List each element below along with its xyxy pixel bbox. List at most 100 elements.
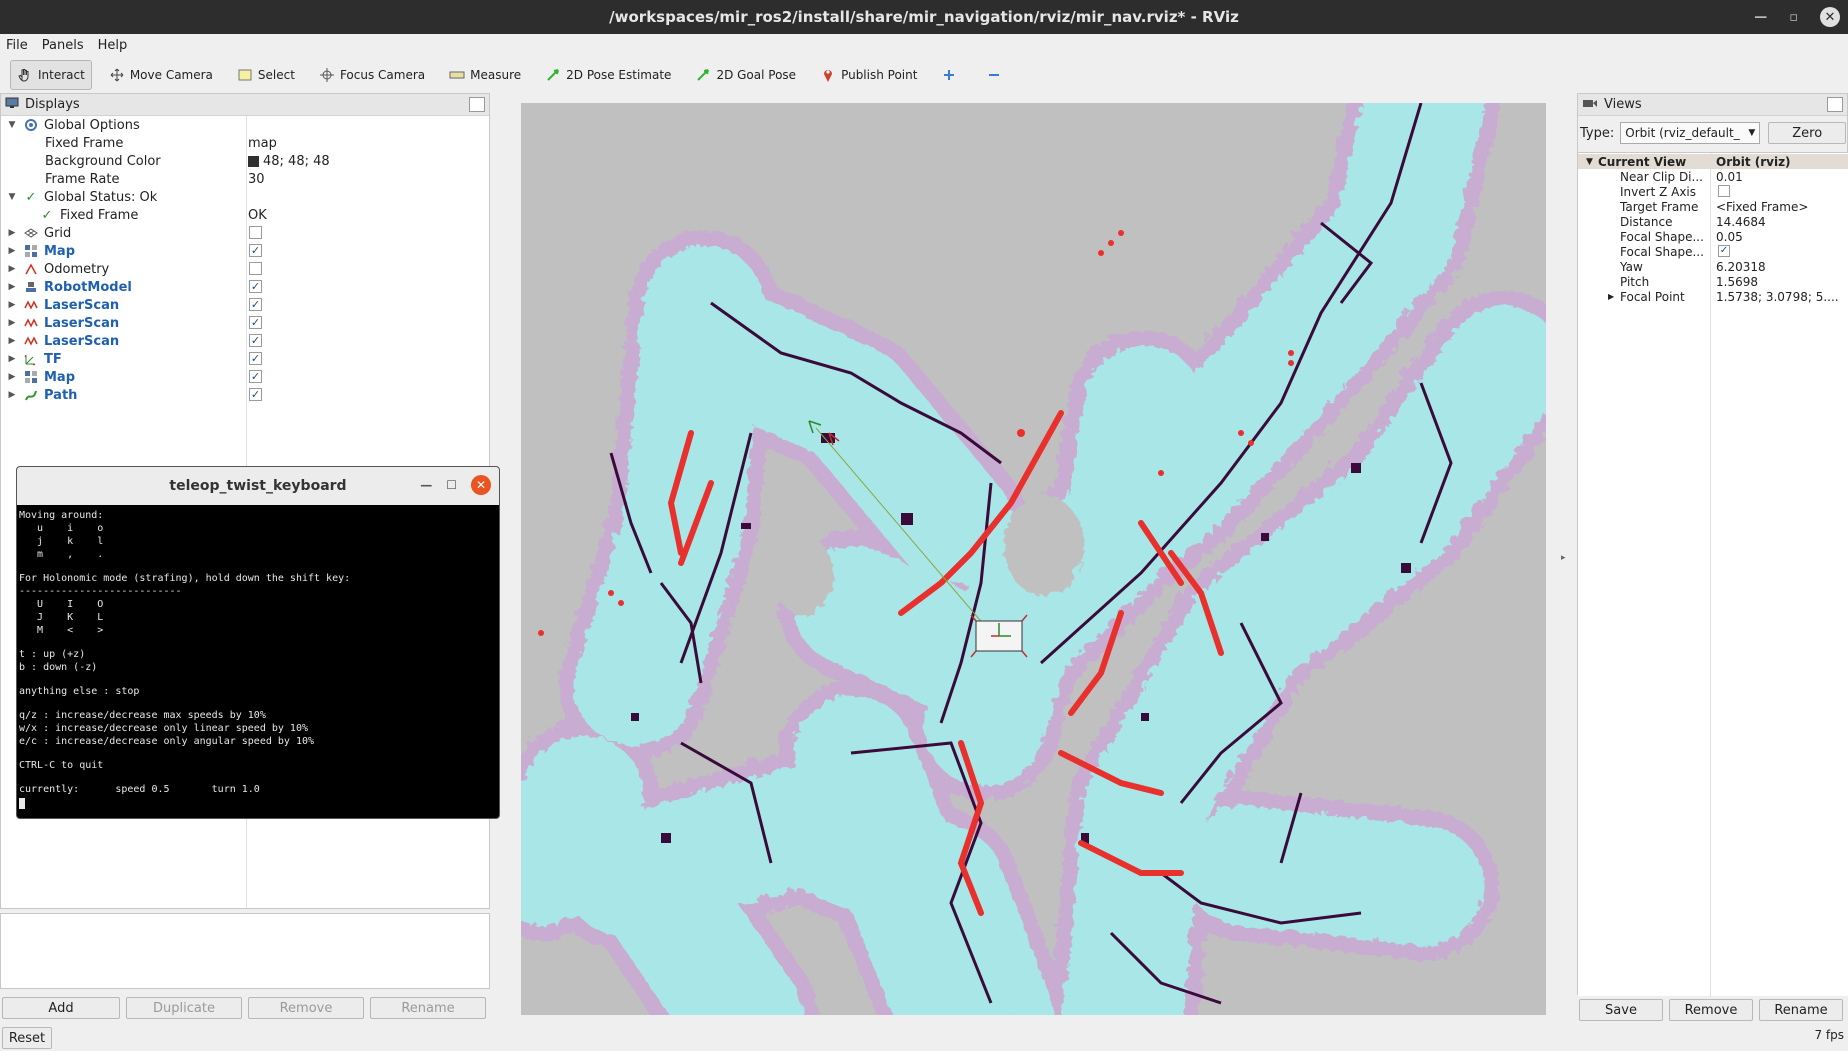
ruler-icon — [449, 67, 465, 83]
current-view-row[interactable]: ▼ Current View Orbit (rviz) — [1578, 154, 1848, 169]
display-enabled-checkbox[interactable] — [249, 226, 262, 239]
duplicate-button[interactable]: Duplicate — [126, 997, 242, 1019]
close-icon[interactable]: ✕ — [471, 475, 491, 495]
global-status-row[interactable]: ▼ ✓ Global Status: Ok — [1, 188, 489, 206]
display-item-map[interactable]: ▶ Map ✓ — [1, 368, 489, 386]
view-type-select[interactable]: Orbit (rviz_default_ ▼ — [1620, 122, 1761, 144]
measure-tool[interactable]: Measure — [442, 60, 528, 90]
path-display-icon — [23, 387, 39, 403]
frame-rate-row[interactable]: Frame Rate 30 — [1, 170, 489, 188]
display-item-robotmodel[interactable]: ▶ RobotModel ✓ — [1, 278, 489, 296]
pin-icon — [820, 67, 836, 83]
display-item-odometry[interactable]: ▶ Odometry — [1, 260, 489, 278]
rename-button[interactable]: Rename — [370, 997, 486, 1019]
display-item-label: Map — [44, 243, 76, 259]
menu-panels[interactable]: Panels — [42, 38, 84, 53]
move-camera-icon — [109, 67, 125, 83]
reset-button[interactable]: Reset — [2, 1027, 52, 1049]
terminal-titlebar: teleop_twist_keyboard — ☐ ✕ — [17, 467, 499, 505]
expand-arrow-icon[interactable]: ▶ — [7, 282, 17, 292]
teleop-terminal-window[interactable]: teleop_twist_keyboard — ☐ ✕ Moving aroun… — [16, 466, 500, 819]
hand-icon — [17, 67, 33, 83]
global-options-row[interactable]: ▼ Global Options — [1, 116, 489, 134]
publish-point-tool[interactable]: Publish Point — [813, 60, 924, 90]
expand-arrow-icon[interactable]: ▶ — [7, 246, 17, 256]
expand-arrow-icon[interactable]: ▶ — [7, 390, 17, 400]
expand-arrow-icon[interactable]: ▼ — [7, 120, 17, 130]
remove-view-button[interactable]: Remove — [1669, 999, 1753, 1021]
maximize-icon[interactable]: ▫ — [1789, 10, 1798, 25]
display-enabled-checkbox[interactable] — [249, 262, 262, 275]
view-property-row[interactable]: Near Clip Di... 0.01 — [1578, 169, 1848, 184]
pose-estimate-tool[interactable]: 2D Pose Estimate — [538, 60, 678, 90]
display-enabled-checkbox[interactable]: ✓ — [249, 388, 262, 401]
view-property-checkbox[interactable] — [1718, 185, 1730, 197]
minimize-icon[interactable]: — — [420, 478, 432, 492]
display-item-path[interactable]: ▶ Path ✓ — [1, 386, 489, 404]
close-icon[interactable]: ✕ — [1820, 7, 1840, 27]
expand-arrow-icon[interactable]: ▶ — [7, 372, 17, 382]
camera-icon — [1582, 97, 1598, 112]
display-enabled-checkbox[interactable]: ✓ — [249, 244, 262, 257]
display-enabled-checkbox[interactable]: ✓ — [249, 280, 262, 293]
background-color-row[interactable]: Background Color 48; 48; 48 — [1, 152, 489, 170]
display-enabled-checkbox[interactable]: ✓ — [249, 370, 262, 383]
expand-arrow-icon[interactable]: ▼ — [7, 192, 17, 202]
display-item-laserscan[interactable]: ▶ LaserScan ✓ — [1, 314, 489, 332]
expand-arrow-icon[interactable]: ▶ — [7, 228, 17, 238]
terminal-output[interactable]: Moving around: u i o j k l m , . For Holo… — [17, 505, 499, 813]
move-camera-tool[interactable]: Move Camera — [102, 60, 220, 90]
display-enabled-checkbox[interactable]: ✓ — [249, 316, 262, 329]
display-item-label: Grid — [44, 225, 72, 241]
display-item-laserscan[interactable]: ▶ LaserScan ✓ — [1, 332, 489, 350]
goal-pose-tool[interactable]: 2D Goal Pose — [688, 60, 803, 90]
view-property-row[interactable]: ▶ Focal Point 1.5738; 3.0798; 5.... — [1578, 289, 1848, 304]
view-property-row[interactable]: Target Frame <Fixed Frame> — [1578, 199, 1848, 214]
display-item-tf[interactable]: ▶ TF ✓ — [1, 350, 489, 368]
fixed-frame-row[interactable]: Fixed Frame map — [1, 134, 489, 152]
expand-arrow-icon[interactable]: ▼ — [1586, 157, 1593, 167]
display-enabled-checkbox[interactable]: ✓ — [249, 334, 262, 347]
expand-arrow-icon[interactable]: ▶ — [7, 354, 17, 364]
focus-camera-tool[interactable]: Focus Camera — [312, 60, 432, 90]
status-fixed-frame-row[interactable]: ✓ Fixed Frame OK — [1, 206, 489, 224]
expand-arrow-icon[interactable]: ▶ — [7, 264, 17, 274]
views-buttons: Save Remove Rename — [1579, 999, 1843, 1021]
interact-tool[interactable]: Interact — [10, 60, 92, 90]
select-tool[interactable]: Select — [230, 60, 302, 90]
display-item-map[interactable]: ▶ Map ✓ — [1, 242, 489, 260]
display-item-grid[interactable]: ▶ Grid — [1, 224, 489, 242]
expand-arrow-icon[interactable]: ▶ — [7, 300, 17, 310]
menu-help[interactable]: Help — [98, 38, 128, 53]
remove-button[interactable]: Remove — [248, 997, 364, 1019]
float-panel-button[interactable] — [469, 97, 485, 112]
display-enabled-checkbox[interactable]: ✓ — [249, 298, 262, 311]
float-panel-button[interactable] — [1827, 97, 1843, 112]
terminal-line: m , . — [19, 549, 104, 560]
view-property-row[interactable]: Focal Shape... ✓ — [1578, 244, 1848, 259]
expand-arrow-icon[interactable]: ▶ — [7, 336, 17, 346]
expand-arrow-icon[interactable]: ▶ — [7, 318, 17, 328]
display-item-laserscan[interactable]: ▶ LaserScan ✓ — [1, 296, 489, 314]
maximize-icon[interactable]: ☐ — [446, 478, 457, 492]
remove-tool-button[interactable] — [979, 60, 1014, 90]
expand-arrow-icon[interactable]: ▶ — [1608, 292, 1614, 301]
zero-button[interactable]: Zero — [1768, 122, 1847, 144]
view-property-row[interactable]: Invert Z Axis — [1578, 184, 1848, 199]
view-property-row[interactable]: Yaw 6.20318 — [1578, 259, 1848, 274]
view-property-row[interactable]: Pitch 1.5698 — [1578, 274, 1848, 289]
menu-file[interactable]: File — [6, 38, 28, 53]
view-property-row[interactable]: Distance 14.4684 — [1578, 214, 1848, 229]
save-view-button[interactable]: Save — [1579, 999, 1663, 1021]
view-property-row[interactable]: Focal Shape... 0.05 — [1578, 229, 1848, 244]
add-tool-button[interactable] — [934, 60, 969, 90]
display-enabled-checkbox[interactable]: ✓ — [249, 352, 262, 365]
3d-viewport[interactable] — [521, 103, 1546, 1015]
rename-view-button[interactable]: Rename — [1759, 999, 1843, 1021]
add-button[interactable]: Add — [2, 997, 120, 1019]
minimize-icon[interactable]: — — [1754, 10, 1767, 25]
laserscan-display-icon — [23, 333, 39, 349]
view-property-checkbox[interactable]: ✓ — [1718, 245, 1730, 257]
plus-icon — [941, 67, 957, 83]
